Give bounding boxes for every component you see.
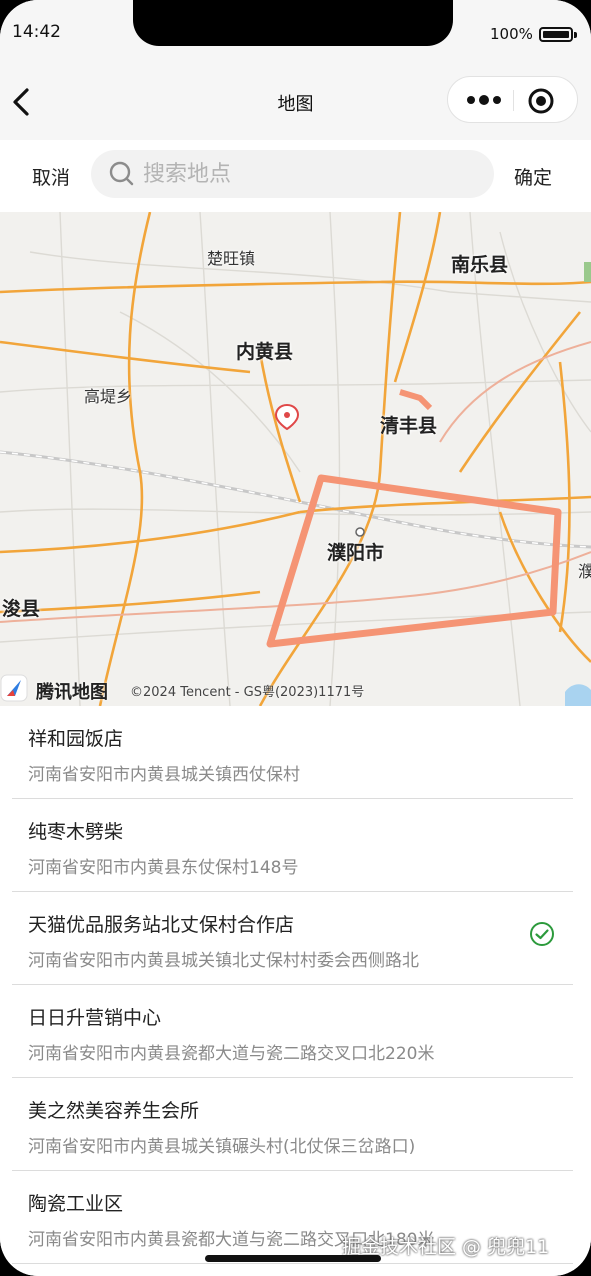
poi-list-item[interactable]: 日日升营销中心 河南省安阳市内黄县瓷都大道与瓷二路交叉口北220米 xyxy=(12,985,573,1078)
map-label-gaodi: 高堤乡 xyxy=(84,387,133,406)
target-circle-icon xyxy=(528,88,554,114)
battery-icon xyxy=(539,27,577,42)
status-time: 14:42 xyxy=(12,22,61,42)
poi-address: 河南省安阳市内黄县城关镇西仗保村 xyxy=(28,765,300,785)
check-circle-icon xyxy=(530,922,554,946)
cancel-button[interactable]: 取消 xyxy=(32,163,70,190)
map-logo-text: 腾讯地图 xyxy=(36,682,108,703)
poi-list-item[interactable]: 美之然美容养生会所 河南省安阳市内黄县城关镇碾头村(北仗保三岔路口) xyxy=(12,1078,573,1171)
status-bar: 14:42 100% xyxy=(0,0,591,60)
search-box[interactable] xyxy=(91,150,494,198)
poi-address: 河南省安阳市内黄县东仗保村148号 xyxy=(28,858,299,878)
poi-name: 陶瓷工业区 xyxy=(28,1193,124,1215)
poi-name: 美之然美容养生会所 xyxy=(28,1100,200,1122)
location-pin-icon xyxy=(274,403,300,431)
map-label-pu-edge: 濮 xyxy=(578,562,591,581)
more-button[interactable] xyxy=(460,85,508,115)
camera-notch xyxy=(133,0,453,46)
search-icon xyxy=(109,161,134,186)
tencent-map-logo-icon xyxy=(0,674,28,702)
home-indicator[interactable] xyxy=(205,1255,381,1262)
poi-name: 天猫优品服务站北丈保村合作店 xyxy=(28,914,295,936)
map-label-qingfeng: 清丰县 xyxy=(380,415,438,437)
close-mini-program-button[interactable] xyxy=(527,87,555,115)
phone-screen: 14:42 100% 地图 取消 搜索地点 确定 楚旺镇 南乐县 内黄县 高堤乡… xyxy=(0,0,591,1276)
mini-program-capsule xyxy=(447,76,578,123)
confirm-button[interactable]: 确定 xyxy=(514,163,552,190)
map-view[interactable]: 楚旺镇 南乐县 内黄县 高堤乡 清丰县 濮阳市 浚县 濮 腾讯地图 ©2024 … xyxy=(0,212,591,706)
search-row: 取消 确定 xyxy=(0,140,591,212)
poi-name: 日日升营销中心 xyxy=(28,1007,162,1029)
poi-address: 河南省安阳市内黄县城关镇北丈保村村委会西侧路北 xyxy=(28,951,419,971)
map-label-neihuang: 内黄县 xyxy=(236,341,294,363)
map-canvas[interactable] xyxy=(0,212,591,706)
map-copyright: ©2024 Tencent - GS粤(2023)1171号 xyxy=(130,685,365,700)
map-attribution: 腾讯地图 ©2024 Tencent - GS粤(2023)1171号 xyxy=(0,674,591,706)
poi-list-item[interactable]: 祥和园饭店 河南省安阳市内黄县城关镇西仗保村 xyxy=(12,706,573,799)
poi-name: 纯枣木劈柴 xyxy=(28,821,124,843)
map-label-junxian: 浚县 xyxy=(2,598,41,620)
navigation-bar: 地图 xyxy=(0,60,591,140)
poi-name: 祥和园饭店 xyxy=(28,728,124,750)
map-label-chuwang: 楚旺镇 xyxy=(207,249,256,268)
poi-address: 河南省安阳市内黄县瓷都大道与瓷二路交叉口北220米 xyxy=(28,1044,435,1064)
search-input[interactable] xyxy=(143,156,483,192)
map-label-nanle: 南乐县 xyxy=(451,254,509,276)
capsule-divider xyxy=(513,90,514,111)
poi-list-item-selected[interactable]: 天猫优品服务站北丈保村合作店 河南省安阳市内黄县城关镇北丈保村村委会西侧路北 xyxy=(12,892,573,985)
poi-list: 祥和园饭店 河南省安阳市内黄县城关镇西仗保村 纯枣木劈柴 河南省安阳市内黄县东仗… xyxy=(0,706,591,1276)
poi-list-item[interactable]: 纯枣木劈柴 河南省安阳市内黄县东仗保村148号 xyxy=(12,799,573,892)
poi-address: 河南省安阳市内黄县城关镇碾头村(北仗保三岔路口) xyxy=(28,1137,416,1157)
battery-percentage: 100% xyxy=(490,25,533,43)
more-dots-icon xyxy=(467,95,501,105)
map-label-puyang: 濮阳市 xyxy=(327,542,385,564)
